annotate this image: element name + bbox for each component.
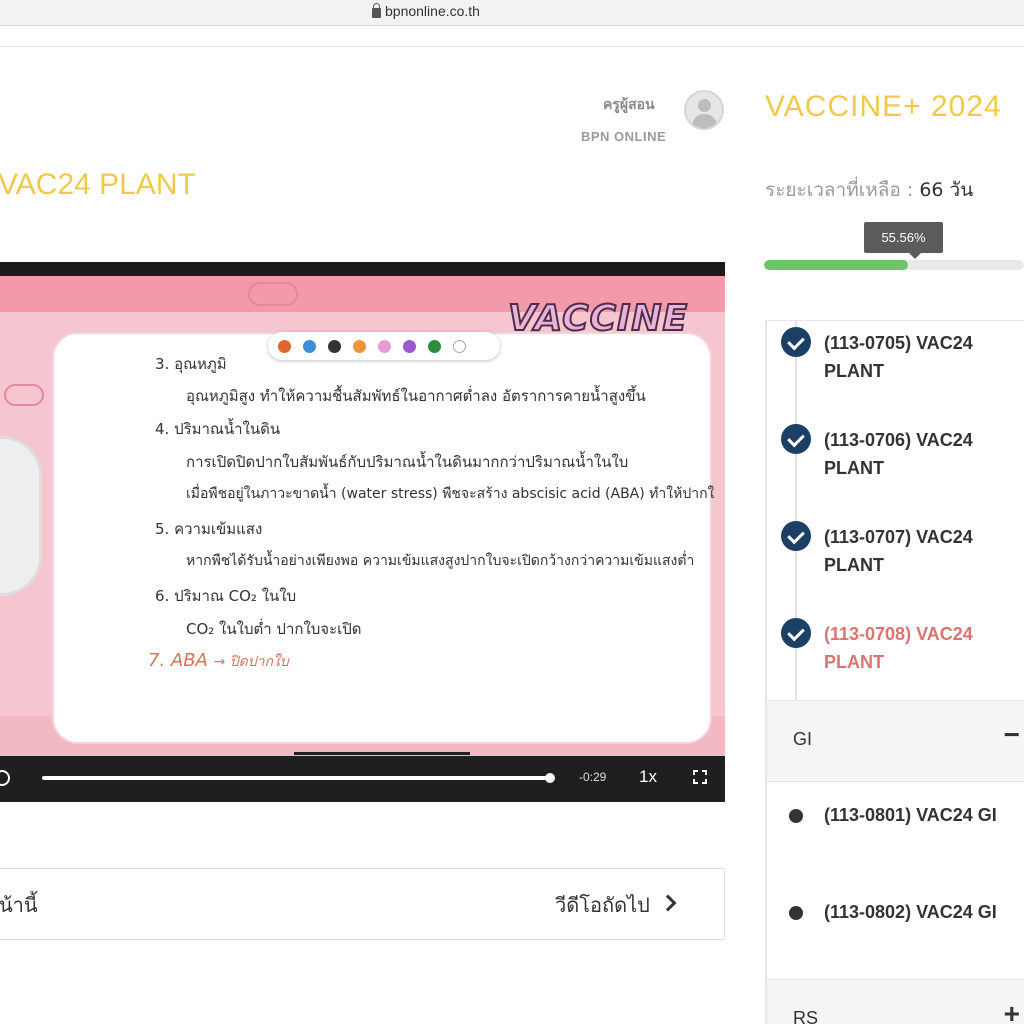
handwritten-annotation: 7. ABA → ปิดปากใบ [148, 650, 289, 673]
pen-color-swatch[interactable] [303, 340, 316, 353]
fullscreen-icon[interactable] [693, 770, 707, 784]
bullet-icon [789, 809, 803, 823]
slide-line: 4. ปริมาณน้ำในดิน [155, 420, 281, 438]
remaining-time: ระยะเวลาที่เหลือ : 66 วัน [765, 175, 973, 205]
next-video-button[interactable]: วีดีโอถัดไป [555, 889, 650, 921]
playlist-item-label: (113-0707) VAC24 PLANT [824, 527, 973, 575]
section-rs[interactable]: RS + [767, 979, 1024, 1024]
playback-speed-button[interactable]: 1x [639, 767, 657, 787]
pen-color-swatch[interactable] [353, 340, 366, 353]
previous-video-link[interactable]: น้านี้ [0, 889, 38, 921]
video-navigation: น้านี้ วีดีโอถัดไป [0, 868, 725, 940]
expand-icon[interactable]: + [1004, 998, 1020, 1024]
course-title: VACCINE+ 2024 [765, 90, 1002, 123]
page-title: VAC24 PLANT [0, 168, 196, 201]
url-display[interactable]: bpnonline.co.th [372, 2, 480, 19]
remaining-label: ระยะเวลาที่เหลือ : [765, 179, 914, 201]
playlist-item-label: (113-0708) VAC24 PLANT [824, 624, 973, 672]
pill-illustration [0, 436, 42, 596]
slide-line: อุณหภูมิสูง ทำให้ความชื้นสัมพัทธ์ในอากาศ… [186, 387, 646, 405]
check-icon [781, 618, 811, 648]
cloud-icon [4, 384, 44, 406]
play-icon[interactable] [0, 770, 10, 786]
check-icon [781, 327, 811, 357]
time-remaining: -0:29 [579, 770, 607, 784]
collapse-icon[interactable]: − [1004, 719, 1020, 751]
pen-color-swatch[interactable] [378, 340, 391, 353]
section-gi[interactable]: GI − [767, 700, 1024, 782]
lecture-slide: VACCINE 3. อุณหภูมิ อุณหภูมิสูง ทำให้ควา… [0, 276, 725, 756]
avatar [684, 90, 724, 130]
playlist-item-label: (113-0802) VAC24 GI [824, 902, 997, 922]
header-divider [0, 46, 1024, 47]
annotation-color-palette[interactable] [268, 332, 500, 360]
slide-line: 6. ปริมาณ CO₂ ในใบ [155, 587, 297, 605]
check-icon [781, 424, 811, 454]
seek-bar[interactable] [42, 776, 550, 780]
course-progress-fill [764, 260, 909, 270]
url-text: bpnonline.co.th [385, 3, 480, 19]
playlist-item-label: (113-0801) VAC24 GI [824, 805, 997, 825]
slide-line: 3. อุณหภูมิ [155, 355, 227, 373]
slide-line: 5. ความเข้มแสง [155, 520, 263, 538]
slide-line: หากพืชได้รับน้ำอย่างเพียงพอ ความเข้มแสงส… [186, 553, 695, 569]
chevron-right-icon[interactable] [659, 894, 677, 912]
pen-color-swatch[interactable] [428, 340, 441, 353]
pen-color-swatch[interactable] [403, 340, 416, 353]
video-controls: -0:29 1x [0, 756, 725, 802]
browser-address-bar[interactable]: bpnonline.co.th [0, 0, 1024, 26]
playlist-item-label: (113-0706) VAC24 PLANT [824, 430, 973, 478]
teacher-label: ครูผู้สอน [603, 97, 655, 113]
slide-line: การเปิดปิดปากใบสัมพันธ์กับปริมาณน้ำในดิน… [186, 453, 629, 471]
handwritten-note: → ปิดปากใบ [213, 654, 289, 670]
course-progress-bar [764, 260, 1024, 270]
slide-underline [294, 752, 470, 755]
teacher-org: BPN ONLINE [581, 129, 667, 144]
seek-handle[interactable] [545, 773, 555, 783]
slide-line: เมื่อพืชอยู่ในภาวะขาดน้ำ (water stress) … [186, 486, 715, 502]
pen-color-swatch[interactable] [328, 340, 341, 353]
remaining-value: 66 วัน [919, 179, 974, 201]
slide-line: CO₂ ในใบต่ำ ปากใบจะเปิด [186, 620, 362, 638]
pen-color-swatch[interactable] [278, 340, 291, 353]
cloud-icon [248, 282, 298, 306]
lock-icon [372, 2, 381, 18]
check-icon [781, 521, 811, 551]
bullet-icon [789, 906, 803, 920]
progress-tooltip: 55.56% [864, 222, 943, 259]
handwritten-number: 7. ABA [148, 650, 208, 671]
pen-color-swatch[interactable] [453, 340, 466, 353]
section-label: RS [793, 1008, 819, 1024]
playlist-item-label: (113-0705) VAC24 PLANT [824, 333, 973, 381]
section-label: GI [793, 729, 813, 749]
video-player[interactable]: VACCINE 3. อุณหภูมิ อุณหภูมิสูง ทำให้ควา… [0, 262, 725, 802]
lesson-playlist: (113-0705) VAC24 PLANT (113-0706) VAC24 … [765, 320, 1024, 1024]
